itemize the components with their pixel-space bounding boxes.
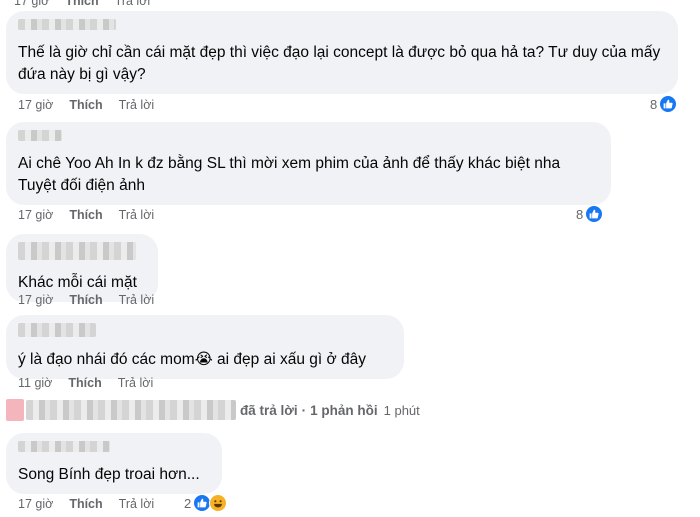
like-reaction-icon	[659, 95, 678, 113]
reaction-summary[interactable]: 2	[184, 494, 228, 512]
reply-link[interactable]: Trả lời	[115, 0, 151, 8]
comment-text: Khác mỗi cái mặt	[18, 274, 137, 291]
comment-actions: 17 giờ Thích Trả lời	[18, 497, 154, 511]
reply-link[interactable]: Trả lời	[119, 497, 155, 511]
author-name-blurred[interactable]	[18, 441, 110, 452]
reaction-count: 2	[184, 495, 192, 511]
comment-actions: 17 giờ Thích Trả lời	[18, 208, 154, 222]
comment-actions: 17 giờ Thích Trả lời	[18, 98, 154, 112]
like-link[interactable]: Thích	[65, 0, 98, 8]
haha-reaction-icon	[209, 494, 228, 512]
like-link[interactable]: Thích	[69, 208, 102, 222]
comment-time: 17 giờ	[14, 0, 50, 8]
reaction-count: 8	[576, 206, 584, 222]
reply-link[interactable]: Trả lời	[119, 98, 155, 112]
comment-text: Song Bính đẹp troai hơn...	[18, 466, 200, 483]
comment-time: 17 giờ	[18, 98, 54, 112]
reply-link[interactable]: Trả lời	[119, 293, 155, 307]
comment-bubble: Song Bính đẹp troai hơn...	[6, 433, 222, 494]
comment-time: 17 giờ	[18, 208, 54, 222]
comment-time: 17 giờ	[18, 497, 54, 511]
crying-emoji-icon: 😭	[194, 351, 213, 368]
comment-time: 11 giờ	[18, 376, 53, 390]
comment-actions: 11 giờ Thích Trả lời	[18, 376, 153, 390]
like-link[interactable]: Thích	[69, 98, 102, 112]
comment-actions: 17 giờ Thích Trả lời	[18, 293, 154, 307]
view-replies-row[interactable]: đã trả lời · 1 phản hồi 1 phút	[6, 399, 420, 421]
reply-link[interactable]: Trả lời	[118, 376, 154, 390]
comment-text-part: ai đẹp ai xấu gì ở đây	[212, 351, 366, 368]
comment-bubble: Khác mỗi cái mặt	[6, 234, 158, 302]
like-link[interactable]: Thích	[69, 293, 102, 307]
like-reaction-icon	[585, 205, 604, 223]
author-name-blurred[interactable]	[18, 323, 96, 337]
reaction-summary[interactable]: 8	[576, 205, 604, 223]
separator-dot: ·	[301, 402, 307, 418]
comment-time: 17 giờ	[18, 293, 54, 307]
comment-bubble: Thế là giờ chỉ cần cái mặt đẹp thì việc …	[6, 11, 678, 94]
like-link[interactable]: Thích	[68, 376, 101, 390]
comment-bubble: ý là đạo nhái đó các mom😭 ai đẹp ai xấu …	[6, 315, 404, 379]
comment-text: Thế là giờ chỉ cần cái mặt đẹp thì việc …	[18, 44, 661, 83]
reply-time: 1 phút	[383, 402, 420, 418]
comment-text: Ai chê Yoo Ah In k đz bằng SL thì mời xe…	[18, 155, 561, 194]
top-partial-actions: 17 giờ Thích Trả lời	[14, 0, 150, 8]
author-name-blurred[interactable]	[18, 130, 62, 141]
reply-link[interactable]: Trả lời	[119, 208, 155, 222]
reaction-count: 8	[650, 96, 658, 112]
comment-text-part: ý là đạo nhái đó các mom	[18, 351, 195, 368]
replier-avatar-blurred	[6, 399, 24, 421]
author-name-blurred[interactable]	[18, 242, 136, 260]
comment-text: ý là đạo nhái đó các mom😭 ai đẹp ai xấu …	[18, 349, 392, 371]
like-link[interactable]: Thích	[69, 497, 102, 511]
reaction-summary[interactable]: 8	[650, 95, 678, 113]
reply-count: 1 phản hồi	[310, 402, 378, 418]
author-name-blurred[interactable]	[18, 19, 116, 30]
replier-name-blurred	[26, 400, 236, 420]
replied-label: đã trả lời	[240, 402, 298, 418]
comment-bubble: Ai chê Yoo Ah In k đz bằng SL thì mời xe…	[6, 122, 611, 205]
